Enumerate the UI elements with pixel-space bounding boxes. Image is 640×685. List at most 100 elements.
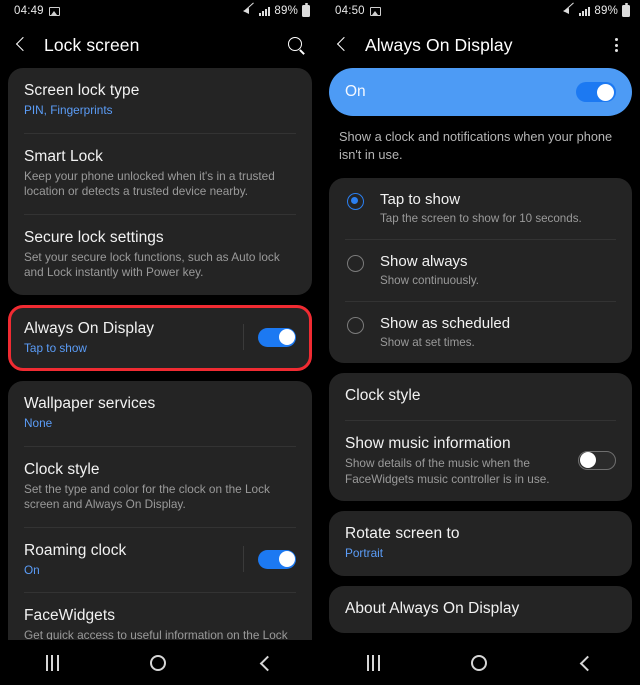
status-bar: 04:49 89% <box>0 0 320 22</box>
screenshot-icon <box>48 6 60 16</box>
row-title: Screen lock type <box>24 82 140 99</box>
about-card: About Always On Display <box>329 585 632 633</box>
home-icon[interactable] <box>150 654 167 671</box>
row-title: Roaming clock <box>24 541 127 559</box>
mute-icon <box>243 6 255 17</box>
row-title: Show music information <box>345 435 511 452</box>
settings-row-wallpaper-services[interactable]: Wallpaper services None <box>8 381 312 446</box>
lock-settings-card: Screen lock type PIN, Fingerprints Smart… <box>8 68 312 295</box>
option-title: Tap to show <box>380 191 461 208</box>
row-subtitle: Show details of the music when the FaceW… <box>345 456 550 486</box>
option-subtitle: Show continuously. <box>380 274 480 287</box>
settings-row-about-always-on-display[interactable]: About Always On Display <box>329 586 632 633</box>
settings-row-secure-lock-settings[interactable]: Secure lock settings Set your secure loc… <box>8 215 312 295</box>
search-icon[interactable] <box>286 35 306 55</box>
signal-icon <box>579 6 591 16</box>
master-toggle[interactable] <box>576 82 616 102</box>
option-title: Show always <box>380 253 468 270</box>
show-music-information-toggle[interactable] <box>578 451 616 470</box>
row-title: FaceWidgets <box>24 607 115 624</box>
always-on-display-toggle[interactable] <box>258 327 296 347</box>
status-bar-left: 04:49 <box>14 5 60 17</box>
row-subtitle: Keep your phone unlocked when it's in a … <box>24 168 275 199</box>
recents-icon[interactable] <box>366 654 380 671</box>
screenshot-icon <box>369 6 381 16</box>
battery-percent: 89% <box>594 5 618 17</box>
row-title: Secure lock settings <box>24 228 164 246</box>
back-icon[interactable] <box>258 655 274 671</box>
display-mode-options-card: Tap to show Tap the screen to show for 1… <box>329 178 632 363</box>
row-title: Clock style <box>24 460 100 478</box>
status-bar-left: 04:50 <box>335 5 381 17</box>
back-icon[interactable] <box>578 655 594 671</box>
radio-button[interactable] <box>347 317 364 334</box>
row-subtitle: Tap to show <box>24 340 87 355</box>
option-tap-to-show[interactable]: Tap to show Tap the screen to show for 1… <box>329 178 632 239</box>
row-subtitle: Get quick access to useful information o… <box>24 628 288 640</box>
settings-row-clock-style[interactable]: Clock style Set the type and color for t… <box>8 447 312 527</box>
clock-music-card: Clock style Show music information Show … <box>329 373 632 501</box>
settings-row-roaming-clock[interactable]: Roaming clock On <box>8 528 312 593</box>
settings-row-facewidgets[interactable]: FaceWidgets Get quick access to useful i… <box>8 593 312 640</box>
status-time: 04:49 <box>14 5 44 17</box>
option-show-as-scheduled[interactable]: Show as scheduled Show at set times. <box>329 302 632 363</box>
option-title: Show as scheduled <box>380 315 511 332</box>
always-on-display-master-banner[interactable]: On <box>329 68 632 116</box>
highlight-box-always-on-display: Always On Display Tap to show <box>8 304 312 371</box>
page-title: Always On Display <box>365 34 513 55</box>
toggle-container <box>229 324 296 351</box>
home-icon[interactable] <box>470 654 487 671</box>
page-title: Lock screen <box>44 34 140 55</box>
more-options-icon[interactable] <box>606 35 626 55</box>
rotate-screen-card: Rotate screen to Portrait <box>329 511 632 576</box>
mute-icon <box>563 6 575 17</box>
battery-icon <box>622 3 630 17</box>
radio-button[interactable] <box>347 255 364 272</box>
settings-scroll-area[interactable]: Screen lock type PIN, Fingerprints Smart… <box>0 68 320 640</box>
status-bar-right: 89% <box>243 3 310 17</box>
description-text: Show a clock and notifications when your… <box>339 129 613 162</box>
row-title: Wallpaper services <box>24 395 156 412</box>
settings-row-smart-lock[interactable]: Smart Lock Keep your phone unlocked when… <box>8 134 312 214</box>
recents-icon[interactable] <box>45 654 59 671</box>
toggle-container <box>229 546 296 573</box>
settings-row-show-music-information[interactable]: Show music information Show details of t… <box>329 421 632 501</box>
dual-screenshot-container: 04:49 89% Lock screen Screen lock type P… <box>0 0 640 685</box>
battery-icon <box>302 3 310 17</box>
settings-scroll-area[interactable]: On Show a clock and notifications when y… <box>321 68 640 640</box>
row-subtitle: On <box>24 562 40 577</box>
option-subtitle: Tap the screen to show for 10 seconds. <box>380 212 582 225</box>
row-subtitle: Set the type and color for the clock on … <box>24 481 270 512</box>
toggle-container <box>564 451 616 470</box>
vertical-divider <box>243 546 244 573</box>
settings-row-rotate-screen-to[interactable]: Rotate screen to Portrait <box>329 511 632 576</box>
row-title: About Always On Display <box>345 599 520 617</box>
settings-row-always-on-display[interactable]: Always On Display Tap to show <box>11 308 309 369</box>
row-subtitle: Set your secure lock functions, such as … <box>24 249 280 280</box>
settings-row-clock-style[interactable]: Clock style <box>329 373 632 420</box>
signal-icon <box>259 6 271 16</box>
left-phone-screen: 04:49 89% Lock screen Screen lock type P… <box>0 0 320 685</box>
back-chevron-icon[interactable] <box>12 35 32 55</box>
row-subtitle: None <box>24 416 53 430</box>
option-subtitle: Show at set times. <box>380 336 475 349</box>
banner-label: On <box>345 83 366 100</box>
row-title: Always On Display <box>24 319 155 337</box>
back-chevron-icon[interactable] <box>333 35 353 55</box>
row-title: Smart Lock <box>24 147 103 165</box>
navigation-bar <box>321 640 640 685</box>
radio-button-selected[interactable] <box>347 193 364 210</box>
display-settings-card: Wallpaper services None Clock style Set … <box>8 381 312 640</box>
row-title: Rotate screen to <box>345 525 460 542</box>
battery-percent: 89% <box>274 5 298 17</box>
row-title: Clock style <box>345 387 421 404</box>
settings-row-screen-lock-type[interactable]: Screen lock type PIN, Fingerprints <box>8 68 312 133</box>
app-bar: Lock screen <box>0 22 320 68</box>
row-subtitle: Portrait <box>345 546 384 560</box>
vertical-divider <box>243 324 244 351</box>
status-bar-right: 89% <box>563 3 630 17</box>
roaming-clock-toggle[interactable] <box>258 549 296 569</box>
status-bar: 04:50 89% <box>321 0 640 22</box>
app-bar: Always On Display <box>321 22 640 68</box>
option-show-always[interactable]: Show always Show continuously. <box>329 240 632 301</box>
